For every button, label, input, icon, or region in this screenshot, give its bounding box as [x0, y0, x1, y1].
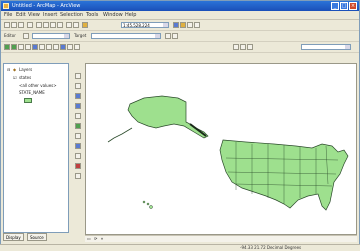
menu-window[interactable]: Window	[103, 12, 123, 18]
layer-properties-icon[interactable]	[75, 133, 81, 139]
layer-checkbox[interactable]: ☑	[13, 75, 17, 80]
table-of-contents: ⊟ ◆ Layers ☑ states <all other values> S…	[3, 63, 69, 233]
map-display[interactable]	[85, 63, 357, 235]
zoom-in-icon[interactable]	[4, 44, 10, 50]
paste-icon[interactable]	[50, 22, 56, 28]
new-icon[interactable]	[4, 22, 10, 28]
legend-swatch[interactable]	[24, 98, 32, 103]
effects-icon[interactable]	[75, 163, 81, 169]
help-icon[interactable]	[194, 22, 200, 28]
arctoolbox-icon[interactable]	[180, 22, 186, 28]
georeference-icon[interactable]	[75, 123, 81, 129]
save-icon[interactable]	[18, 22, 24, 28]
toc-expand-icon[interactable]: ⊟	[7, 67, 10, 72]
chevron-down-icon	[155, 34, 160, 38]
find-icon[interactable]	[67, 44, 73, 50]
print-icon[interactable]	[27, 22, 33, 28]
toc-root-label[interactable]: Layers	[19, 67, 32, 72]
goto-xy-icon[interactable]	[75, 143, 81, 149]
chevron-down-icon	[64, 34, 69, 38]
alaska-shape	[127, 95, 209, 139]
attributes-icon[interactable]	[172, 33, 178, 39]
redo-icon[interactable]	[73, 22, 79, 28]
tab-display[interactable]: Display	[3, 233, 24, 241]
aleutian-islands	[107, 127, 133, 143]
layers-icon: ◆	[13, 67, 17, 72]
target-label: Target	[74, 33, 87, 38]
status-coordinates: -94.33 21.72 Decimal Degrees	[240, 245, 302, 250]
data-view-icon[interactable]	[240, 44, 246, 50]
standard-toolbar: 1:45,528,224	[1, 20, 359, 31]
menu-tools[interactable]: Tools	[86, 12, 98, 18]
toc-layer-label[interactable]: states	[19, 75, 31, 80]
menu-view[interactable]: View	[28, 12, 40, 18]
menu-edit[interactable]: Edit	[16, 12, 26, 18]
measure-icon[interactable]	[74, 44, 80, 50]
copy-icon[interactable]	[43, 22, 49, 28]
add-data-icon[interactable]	[82, 22, 88, 28]
editor-toolbar-icon[interactable]	[173, 22, 179, 28]
tools-toolbar	[1, 42, 359, 53]
globe-icon[interactable]	[75, 93, 81, 99]
arcmap-window: Untitled - ArcMap - ArcView _ □ × File E…	[0, 0, 360, 246]
open-icon[interactable]	[11, 22, 17, 28]
hawaii-islands	[142, 200, 153, 209]
scale-value: 1:45,528,224	[123, 23, 150, 28]
refresh-icon[interactable]	[247, 44, 253, 50]
editor-label[interactable]: Editor	[4, 33, 16, 38]
task-combo[interactable]	[32, 33, 70, 39]
hyperlink-icon[interactable]	[75, 113, 81, 119]
menu-selection[interactable]: Selection	[60, 12, 83, 18]
fixed-zoom-icon[interactable]	[18, 44, 24, 50]
magnifier-icon[interactable]	[75, 173, 81, 179]
text-icon[interactable]	[75, 83, 81, 89]
chevron-down-icon	[345, 45, 350, 49]
layer-combo[interactable]	[301, 44, 351, 50]
map-canvas[interactable]	[86, 64, 358, 236]
pause-draw-button[interactable]: ⏸	[101, 236, 103, 242]
zoom-out-icon[interactable]	[11, 44, 17, 50]
refresh-map-button[interactable]: ⟳	[94, 236, 97, 242]
cut-icon[interactable]	[36, 22, 42, 28]
identify-icon[interactable]	[60, 44, 66, 50]
swipe-icon[interactable]	[75, 153, 81, 159]
map-view-controls: ▭ ⟳ ⏸	[85, 235, 357, 242]
menu-file[interactable]: File	[4, 12, 12, 18]
editor-toolbar: Editor Target	[1, 31, 359, 42]
toc-legend-label: <all other values>	[19, 83, 57, 88]
draw-icon[interactable]	[75, 73, 81, 79]
pan-icon[interactable]	[25, 44, 31, 50]
delete-icon[interactable]	[57, 22, 63, 28]
select-icon[interactable]	[53, 44, 59, 50]
layout-view-icon[interactable]	[233, 44, 239, 50]
toc-tabs: Display Source	[3, 233, 67, 242]
full-extent-icon[interactable]	[32, 44, 38, 50]
menu-help[interactable]: Help	[125, 12, 136, 18]
maximize-button[interactable]: □	[340, 2, 348, 10]
chevron-down-icon	[163, 23, 168, 27]
title-bar[interactable]: Untitled - ArcMap - ArcView _ □ ×	[1, 1, 359, 11]
menu-bar: File Edit View Insert Selection Tools Wi…	[1, 11, 359, 20]
menu-insert[interactable]: Insert	[43, 12, 57, 18]
toc-sublabel: STATE_NAME	[19, 90, 45, 95]
forward-extent-icon[interactable]	[46, 44, 52, 50]
target-combo[interactable]	[91, 33, 161, 39]
tab-source[interactable]: Source	[27, 233, 47, 241]
vertical-toolbar	[74, 65, 83, 185]
layout-view-button[interactable]: ▭	[87, 236, 91, 242]
undo-icon[interactable]	[66, 22, 72, 28]
scale-combo[interactable]: 1:45,528,224	[121, 22, 169, 28]
sketch-icon[interactable]	[165, 33, 171, 39]
minimize-button[interactable]: _	[331, 2, 339, 10]
identify-icon[interactable]	[75, 103, 81, 109]
back-extent-icon[interactable]	[39, 44, 45, 50]
app-icon	[3, 3, 9, 9]
edit-tool-icon[interactable]	[23, 33, 29, 39]
window-title: Untitled - ArcMap - ArcView	[12, 3, 81, 9]
command-line-icon[interactable]	[187, 22, 193, 28]
close-button[interactable]: ×	[349, 2, 357, 10]
